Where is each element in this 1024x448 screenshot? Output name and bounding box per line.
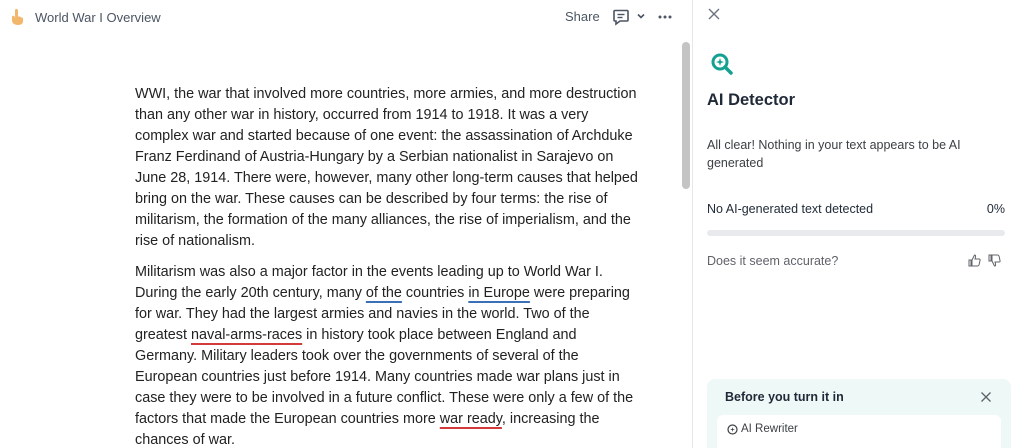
thumbs-down-icon[interactable]	[988, 254, 1001, 267]
comment-icon[interactable]	[612, 8, 630, 26]
pointing-hand-icon	[12, 9, 23, 25]
result-row: No AI-generated text detected 0%	[707, 202, 1005, 216]
ai-detector-icon	[711, 53, 733, 75]
panel-title: AI Detector	[707, 91, 796, 109]
paragraph-2[interactable]: Militarism was also a major factor in th…	[135, 262, 640, 448]
rewriter-label: AI Rewriter	[741, 423, 798, 435]
text-segment: countries	[401, 285, 469, 301]
share-button[interactable]: Share	[565, 9, 600, 24]
turn-in-card: Before you turn it in AI Rewriter	[707, 379, 1011, 448]
paragraph-1[interactable]: WWI, the war that involved more countrie…	[135, 84, 640, 252]
result-percent: 0%	[986, 202, 1005, 216]
suggestion-correctness[interactable]: war ready	[440, 411, 502, 427]
suggestion-correctness[interactable]: naval-arms-races	[191, 327, 302, 343]
ai-detector-panel: AI Detector All clear! Nothing in your t…	[692, 0, 1024, 448]
ai-score-bar	[707, 230, 1005, 236]
rewriter-icon	[727, 424, 738, 435]
feedback-question: Does it seem accurate?	[707, 254, 839, 268]
document-title: World War I Overview	[35, 10, 161, 25]
result-message: All clear! Nothing in your text appears …	[707, 138, 961, 170]
thumbs-up-icon[interactable]	[968, 254, 981, 267]
result-label: No AI-generated text detected	[707, 202, 874, 216]
close-icon[interactable]	[980, 391, 992, 403]
top-bar: World War I Overview Share	[0, 0, 694, 34]
chevron-down-icon[interactable]	[636, 11, 646, 21]
document-body[interactable]: WWI, the war that involved more countrie…	[135, 84, 640, 448]
close-icon[interactable]	[707, 7, 721, 21]
suggestion-clarity[interactable]: in Europe	[468, 285, 530, 301]
suggestion-clarity[interactable]: of the	[366, 285, 402, 301]
ai-rewriter-option[interactable]: AI Rewriter	[717, 415, 1001, 448]
more-horizontal-icon[interactable]	[658, 9, 672, 23]
turn-in-title: Before you turn it in	[725, 390, 844, 404]
scrollbar-thumb[interactable]	[682, 42, 690, 189]
